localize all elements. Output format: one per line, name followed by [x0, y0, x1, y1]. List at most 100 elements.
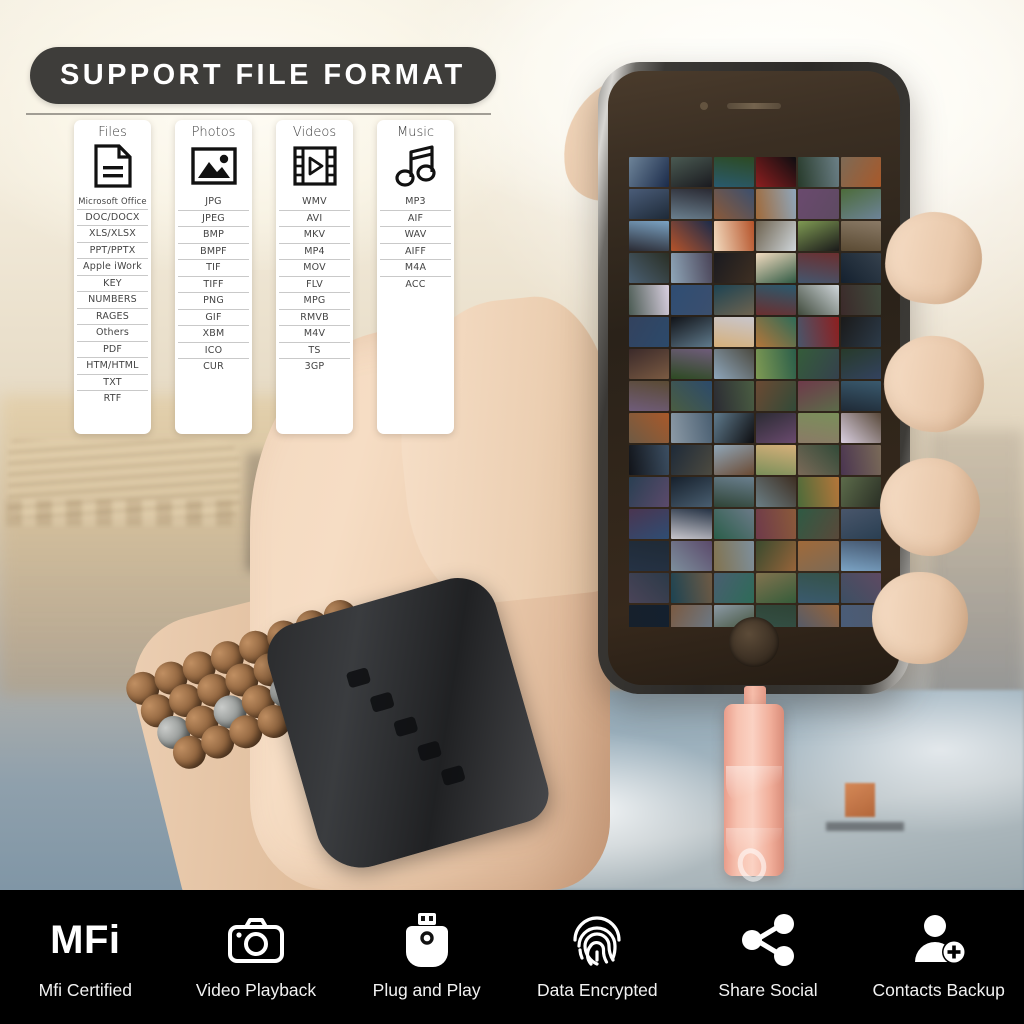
gallery-thumbnail[interactable]	[755, 509, 797, 539]
gallery-thumbnail[interactable]	[713, 285, 754, 315]
gallery-thumbnail[interactable]	[671, 221, 712, 251]
gallery-thumbnail[interactable]	[629, 157, 670, 187]
gallery-thumbnail[interactable]	[671, 541, 712, 571]
gallery-thumbnail[interactable]	[629, 221, 670, 251]
format-card-title: Music	[397, 125, 434, 140]
gallery-thumbnail[interactable]	[798, 477, 839, 507]
gallery-thumbnail[interactable]	[629, 253, 670, 283]
gallery-thumbnail[interactable]	[671, 157, 712, 187]
gallery-thumbnail[interactable]	[671, 285, 712, 315]
gallery-thumbnail[interactable]	[671, 349, 712, 379]
gallery-thumbnail[interactable]	[798, 413, 839, 443]
gallery-thumbnail[interactable]	[629, 317, 670, 347]
gallery-thumbnail[interactable]	[840, 509, 881, 539]
gallery-thumbnail[interactable]	[629, 445, 670, 475]
gallery-thumbnail[interactable]	[798, 349, 839, 379]
gallery-thumbnail[interactable]	[840, 253, 881, 283]
gallery-thumbnail[interactable]	[629, 605, 670, 627]
gallery-thumbnail[interactable]	[798, 317, 839, 347]
gallery-thumbnail[interactable]	[713, 445, 754, 475]
gallery-thumbnail[interactable]	[713, 157, 754, 187]
home-button[interactable]	[729, 617, 779, 667]
gallery-thumbnail[interactable]	[671, 445, 712, 475]
gallery-thumbnail[interactable]	[713, 381, 754, 411]
gallery-thumbnail[interactable]	[713, 253, 754, 283]
gallery-thumbnail[interactable]	[671, 573, 712, 603]
gallery-thumbnail[interactable]	[713, 413, 754, 443]
gallery-thumbnail[interactable]	[671, 317, 712, 347]
gallery-thumbnail[interactable]	[840, 157, 881, 187]
gallery-thumbnail[interactable]	[840, 541, 881, 571]
gallery-thumbnail[interactable]	[798, 221, 839, 251]
gallery-thumbnail[interactable]	[671, 509, 712, 539]
gallery-thumbnail[interactable]	[755, 157, 797, 187]
gallery-thumbnail[interactable]	[713, 477, 754, 507]
gallery-thumbnail[interactable]	[798, 285, 839, 315]
gallery-thumbnail[interactable]	[629, 477, 670, 507]
gallery-thumbnail[interactable]	[671, 381, 712, 411]
gallery-thumbnail[interactable]	[755, 189, 797, 219]
gallery-thumbnail[interactable]	[755, 413, 797, 443]
gallery-thumbnail[interactable]	[755, 573, 797, 603]
usb-flash-drive	[724, 686, 784, 886]
gallery-thumbnail[interactable]	[671, 413, 712, 443]
photo-gallery-grid[interactable]	[629, 157, 881, 627]
gallery-thumbnail[interactable]	[629, 509, 670, 539]
gallery-thumbnail[interactable]	[798, 445, 839, 475]
gallery-thumbnail[interactable]	[798, 189, 839, 219]
watch-strap-hole	[369, 691, 395, 713]
gallery-thumbnail[interactable]	[713, 317, 754, 347]
format-item: JPG	[178, 194, 249, 211]
gallery-thumbnail[interactable]	[755, 317, 797, 347]
gallery-thumbnail[interactable]	[629, 413, 670, 443]
gallery-thumbnail[interactable]	[798, 573, 839, 603]
gallery-thumbnail[interactable]	[755, 285, 797, 315]
watch-strap-hole	[416, 740, 443, 762]
format-item: Microsoft Office	[77, 194, 148, 210]
gallery-thumbnail[interactable]	[840, 445, 881, 475]
gallery-thumbnail[interactable]	[629, 189, 670, 219]
gallery-thumbnail[interactable]	[755, 349, 797, 379]
gallery-thumbnail[interactable]	[840, 477, 881, 507]
gallery-thumbnail[interactable]	[840, 317, 881, 347]
gallery-thumbnail[interactable]	[798, 605, 839, 627]
gallery-thumbnail[interactable]	[629, 541, 670, 571]
gallery-thumbnail[interactable]	[755, 445, 797, 475]
gallery-thumbnail[interactable]	[713, 349, 754, 379]
gallery-thumbnail[interactable]	[840, 285, 881, 315]
gallery-thumbnail[interactable]	[713, 573, 754, 603]
gallery-thumbnail[interactable]	[671, 253, 712, 283]
gallery-thumbnail[interactable]	[840, 189, 881, 219]
format-item: Apple iWork	[77, 259, 148, 276]
gallery-thumbnail[interactable]	[671, 605, 712, 627]
gallery-thumbnail[interactable]	[798, 253, 839, 283]
gallery-thumbnail[interactable]	[840, 221, 881, 251]
gallery-thumbnail[interactable]	[755, 477, 797, 507]
gallery-thumbnail[interactable]	[798, 509, 839, 539]
gallery-thumbnail[interactable]	[671, 189, 712, 219]
gallery-thumbnail[interactable]	[840, 413, 881, 443]
gallery-thumbnail[interactable]	[798, 541, 839, 571]
gallery-thumbnail[interactable]	[629, 381, 670, 411]
watch-strap-hole	[440, 764, 466, 787]
gallery-thumbnail[interactable]	[755, 221, 797, 251]
gallery-thumbnail[interactable]	[755, 381, 797, 411]
gallery-thumbnail[interactable]	[755, 541, 797, 571]
gallery-thumbnail[interactable]	[713, 541, 754, 571]
gallery-thumbnail[interactable]	[629, 285, 670, 315]
format-item: HTM/HTML	[77, 358, 148, 375]
gallery-thumbnail[interactable]	[840, 381, 881, 411]
gallery-thumbnail[interactable]	[671, 477, 712, 507]
gallery-thumbnail[interactable]	[713, 221, 754, 251]
gallery-thumbnail[interactable]	[629, 349, 670, 379]
format-item: DOC/DOCX	[77, 210, 148, 226]
gallery-thumbnail[interactable]	[713, 509, 754, 539]
gallery-thumbnail[interactable]	[798, 381, 839, 411]
format-item: AIFF	[380, 244, 451, 260]
format-item: XLS/XLSX	[77, 226, 148, 243]
gallery-thumbnail[interactable]	[840, 349, 881, 379]
gallery-thumbnail[interactable]	[798, 157, 839, 187]
gallery-thumbnail[interactable]	[755, 253, 797, 283]
gallery-thumbnail[interactable]	[629, 573, 670, 603]
gallery-thumbnail[interactable]	[713, 189, 754, 219]
